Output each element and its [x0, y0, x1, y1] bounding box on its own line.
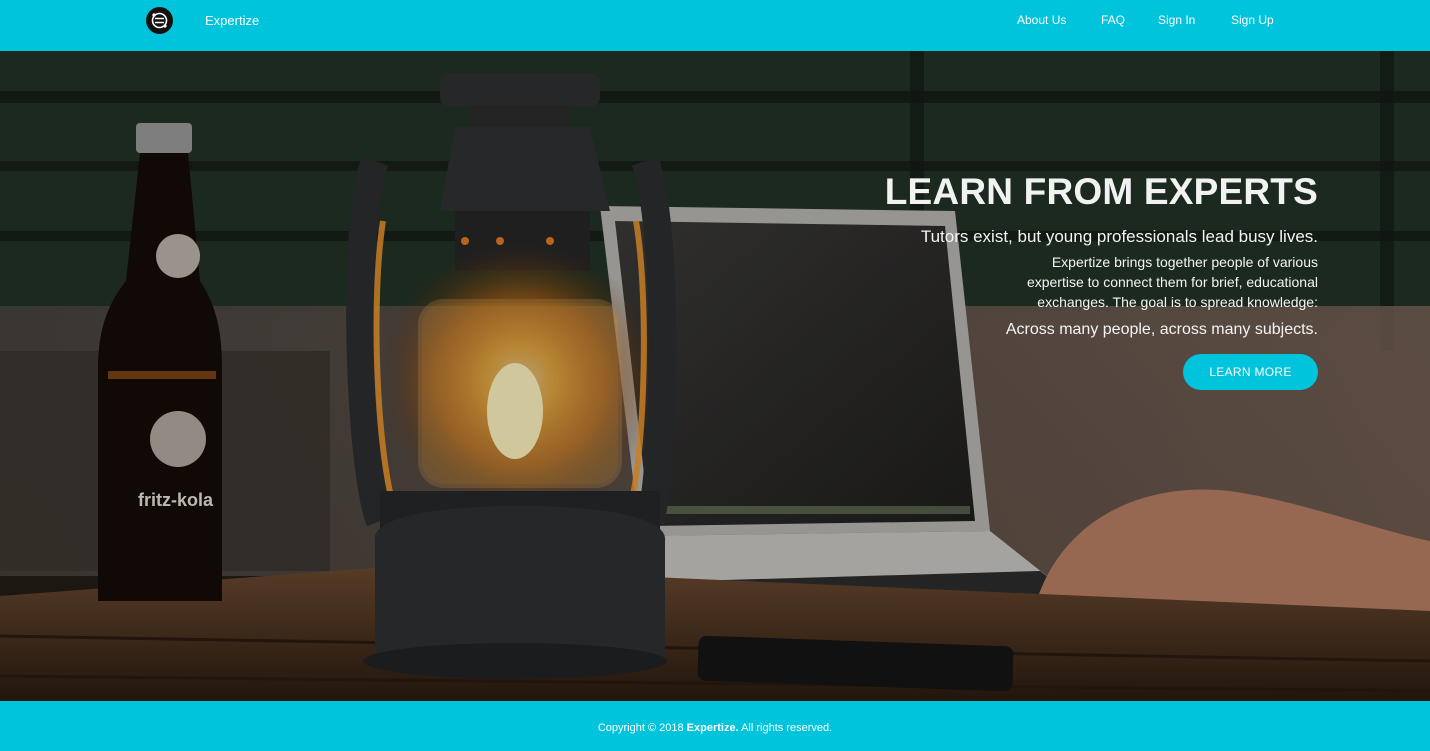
- nav-link-faq[interactable]: FAQ: [1101, 13, 1125, 27]
- hero-section: fritz-kola LEARN FROM EXPERTS Tutors exi…: [0, 51, 1430, 701]
- nav-link-sign-up[interactable]: Sign Up: [1231, 13, 1274, 27]
- learn-more-button[interactable]: LEARN MORE: [1183, 354, 1318, 390]
- nav-link-about-us[interactable]: About Us: [1017, 13, 1066, 27]
- hero-description-line: expertise to connect them for brief, edu…: [1026, 274, 1318, 290]
- nav-links: About Us FAQ Sign In Sign Up: [0, 13, 1430, 33]
- hero-lead: Tutors exist, but young professionals le…: [920, 227, 1318, 246]
- top-navbar: Expertize About Us FAQ Sign In Sign Up: [0, 0, 1430, 51]
- hero-content: LEARN FROM EXPERTS Tutors exist, but you…: [758, 171, 1318, 390]
- footer-copyright-suffix: All rights reserved.: [741, 722, 833, 734]
- nav-link-sign-in[interactable]: Sign In: [1158, 13, 1195, 27]
- footer: Copyright © 2018 Expertize. All rights r…: [0, 701, 1430, 751]
- footer-copyright-prefix: Copyright © 2018: [597, 722, 684, 734]
- hero-tagline: Across many people, across many subjects…: [1005, 321, 1318, 338]
- hero-description-line: Expertize brings together people of vari…: [1051, 254, 1318, 270]
- hero-description-line: exchanges. The goal is to spread knowled…: [1037, 294, 1318, 310]
- footer-brand: Expertize.: [686, 722, 739, 734]
- hero-title: LEARN FROM EXPERTS: [884, 171, 1318, 212]
- hero-description: Expertize brings together people of vari…: [758, 252, 1318, 312]
